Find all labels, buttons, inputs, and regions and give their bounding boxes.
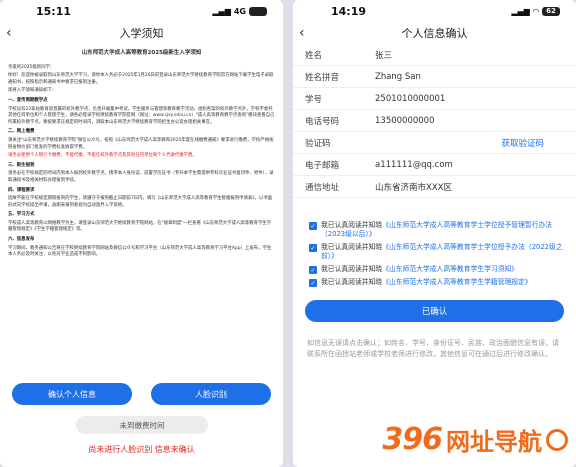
agreement-list: ✓ 我已认真阅读并知晓《山东师范大学成人高等教育学士学位授予管理暂行办法（2023…: [309, 221, 568, 291]
admission-notice-screen: 15:11 ▂▄▆ 4G ‹ 入学须知 山东师范大学成人高等教育2025级新生入…: [0, 0, 283, 467]
checkbox-icon[interactable]: ✓: [309, 279, 317, 287]
watermark-logo-icon: [546, 428, 568, 451]
field-value[interactable]: a111111@qq.com: [375, 160, 564, 170]
field-label: 通信地址: [305, 182, 340, 193]
paragraph: 学校设有22家站教育部直属的校外教学点，负责开展集中考试，学生服务与管理等教育教…: [8, 106, 275, 125]
paragraph: 你好！欢迎你被录取到山东师范大学学习，请你本人务必于2025年1月26日前登录山…: [8, 73, 274, 85]
confirm-personal-info-button[interactable]: 确认个人信息: [12, 383, 132, 405]
document-body: 亲爱的2025级新同学： 你好！欢迎你被录取到山东师范大学学习，请你本人务必于20…: [8, 65, 275, 259]
field-label: 姓名拼音: [305, 72, 340, 83]
agreement-prefix: 我已认真阅读并知晓: [321, 221, 383, 229]
field-value[interactable]: 2501010000001: [375, 94, 564, 104]
agreement-item[interactable]: ✓ 我已认真阅读并知晓《山东师范大学成人高等教育学士学位授予办法（2022级之前）…: [309, 243, 568, 261]
field-label: 电子邮箱: [305, 160, 340, 171]
section-heading: 三、新生报到: [8, 162, 35, 168]
field-label: 验证码: [305, 138, 331, 149]
nav-bar: ‹ 个人信息确认: [293, 22, 576, 44]
section-heading: 二、网上缴费: [8, 129, 35, 135]
nav-bar: ‹ 入学须知: [0, 22, 283, 44]
field-value[interactable]: 山东省济南市XXX区: [375, 181, 564, 193]
paragraph: 亲爱的2025级新同学：: [8, 64, 55, 70]
battery-icon: [249, 6, 267, 16]
status-time: 15:11: [36, 4, 72, 18]
unpaid-button[interactable]: 未到缴费时间: [76, 416, 208, 434]
action-buttons: 确认个人信息 人脸识别: [12, 383, 271, 405]
agreement-text: 我已认真阅读并知晓《山东师范大学成人高等教育学士学位授予办法（2022级之前）》: [321, 243, 568, 261]
face-recognition-button[interactable]: 人脸识别: [151, 383, 271, 405]
agreement-prefix: 我已认真阅读并知晓: [321, 243, 383, 251]
field-value[interactable]: Zhang San: [375, 72, 564, 82]
form-row: 姓名拼音 Zhang San: [293, 66, 576, 88]
confirm-button[interactable]: 已确认: [305, 300, 564, 322]
signal-icon: ▂▄▆: [511, 6, 530, 16]
form-row: 验证码 获取验证码: [293, 132, 576, 154]
watermark-text: 网址导航: [446, 428, 542, 456]
paragraph: 学校成人高等教育以网络教学为主，请登录山东师范大学继续教育学院网站，在"规章制度…: [8, 220, 272, 233]
agreement-text: 我已认真阅读并知晓《山东师范大学成人高等教育学士学位授予管理暂行办法（2023级…: [321, 221, 568, 239]
signal-icon: ▂▄▆: [212, 6, 231, 16]
field-value[interactable]: 张三: [375, 49, 564, 61]
watermark-number: 396: [382, 422, 443, 457]
field-label: 电话号码: [305, 116, 340, 127]
checkbox-icon[interactable]: ✓: [309, 266, 317, 274]
agreement-text: 我已认真阅读并知晓《山东师范大学成人高等教育学生学习须知》: [321, 265, 518, 274]
personal-info-screen: 14:19 ▂▄▆ ◠ 62 ‹ 个人信息确认 姓名 张三姓名拼音 Zhang Sa…: [293, 0, 576, 467]
section-heading: 一、宣传周期教学点: [8, 97, 48, 103]
section-heading: 五、学习方式: [8, 212, 35, 218]
paragraph: 因故不能在学校规定期限报到的学生，请遵守于报到截止日期前7日内，填写《山东师范大…: [8, 196, 273, 208]
agreement-text: 我已认真阅读并知晓《山东师范大学成人高等教育学生学籍管理规定》: [321, 278, 532, 287]
paragraph: 学习期间，教务通知公告将在学校继续教育学院网站及微信公众号和学习平台（山东师范大…: [8, 245, 272, 258]
section-heading: 四、课程要求: [8, 187, 35, 193]
site-watermark: 396 网址导航: [382, 422, 568, 457]
status-time: 14:19: [331, 4, 367, 18]
paragraph: 请关注"山东师范大学继续教育学院"微信公众号，按照《山东师范大学成人高等教育20…: [8, 137, 274, 150]
back-icon[interactable]: ‹: [6, 25, 12, 41]
form-row: 通信地址 山东省济南市XXX区: [293, 176, 576, 198]
status-icons: ▂▄▆ 4G: [212, 6, 267, 16]
status-bar: 15:11 ▂▄▆ 4G: [0, 0, 283, 22]
paragraph: 现将入学须知通知如下：: [8, 88, 57, 94]
get-code-link[interactable]: 获取验证码: [501, 137, 544, 149]
section-heading: 六、信息发布: [8, 237, 35, 243]
battery-icon: 62: [542, 6, 560, 16]
status-warning: 尚未进行人脸识别 信息未确认: [88, 445, 195, 454]
status-bar: 14:19 ▂▄▆ ◠ 62: [293, 0, 576, 22]
back-icon[interactable]: ‹: [299, 25, 305, 41]
paragraph: 请务必使用个人银行卡缴费，不能代缴，不能任校外教学点及其他任何单位和个人代收代缴…: [8, 153, 197, 159]
agreement-doc-link[interactable]: 《山东师范大学成人高等教育学生学习须知》: [382, 265, 518, 273]
notice-document: 山东师范大学成人高等教育2025级新生入学须知 亲爱的2025级新同学： 你好！欢…: [0, 44, 283, 259]
info-form: 姓名 张三姓名拼音 Zhang San 学号 2501010000001 电话号码 1350…: [293, 44, 576, 198]
network-label: 4G: [233, 6, 246, 16]
field-label: 学号: [305, 94, 323, 105]
form-row: 姓名 张三: [293, 44, 576, 66]
agreement-item[interactable]: ✓ 我已认真阅读并知晓《山东师范大学成人高等教育学生学习须知》: [309, 265, 568, 274]
agreement-item[interactable]: ✓ 我已认真阅读并知晓《山东师范大学成人高等教育学生学籍管理规定》: [309, 278, 568, 287]
field-value[interactable]: 13500000000: [375, 116, 564, 126]
screenshot-stage: 15:11 ▂▄▆ 4G ‹ 入学须知 山东师范大学成人高等教育2025级新生入…: [0, 0, 576, 467]
form-row: 电子邮箱 a111111@qq.com: [293, 154, 576, 176]
page-title: 个人信息确认: [401, 27, 468, 40]
document-title: 山东师范大学成人高等教育2025级新生入学须知: [81, 50, 202, 56]
wifi-icon: ◠: [532, 6, 539, 16]
field-label: 姓名: [305, 50, 323, 61]
agreement-prefix: 我已认真阅读并知晓: [321, 265, 383, 273]
agreement-item[interactable]: ✓ 我已认真阅读并知晓《山东师范大学成人高等教育学士学位授予管理暂行办法（2023…: [309, 221, 568, 239]
agreement-doc-link[interactable]: 《山东师范大学成人高等教育学生学籍管理规定》: [382, 278, 532, 286]
checkbox-icon[interactable]: ✓: [309, 222, 317, 230]
agreement-prefix: 我已认真阅读并知晓: [321, 278, 383, 286]
checkbox-icon[interactable]: ✓: [309, 244, 317, 252]
status-icons: ▂▄▆ ◠ 62: [511, 6, 560, 16]
form-row: 电话号码 13500000000: [293, 110, 576, 132]
paragraph: 请务必在学校规定的时间内到本人报到校外教学点，携带本人身份证、前置学历证书（专升…: [8, 171, 274, 183]
form-row: 学号 2501010000001: [293, 88, 576, 110]
page-title: 入学须知: [119, 27, 164, 40]
info-note: 如信息无误请点击确认；如姓名、学号、身份证号、民族、政治面貌信息有误，请联系所在…: [307, 339, 559, 358]
